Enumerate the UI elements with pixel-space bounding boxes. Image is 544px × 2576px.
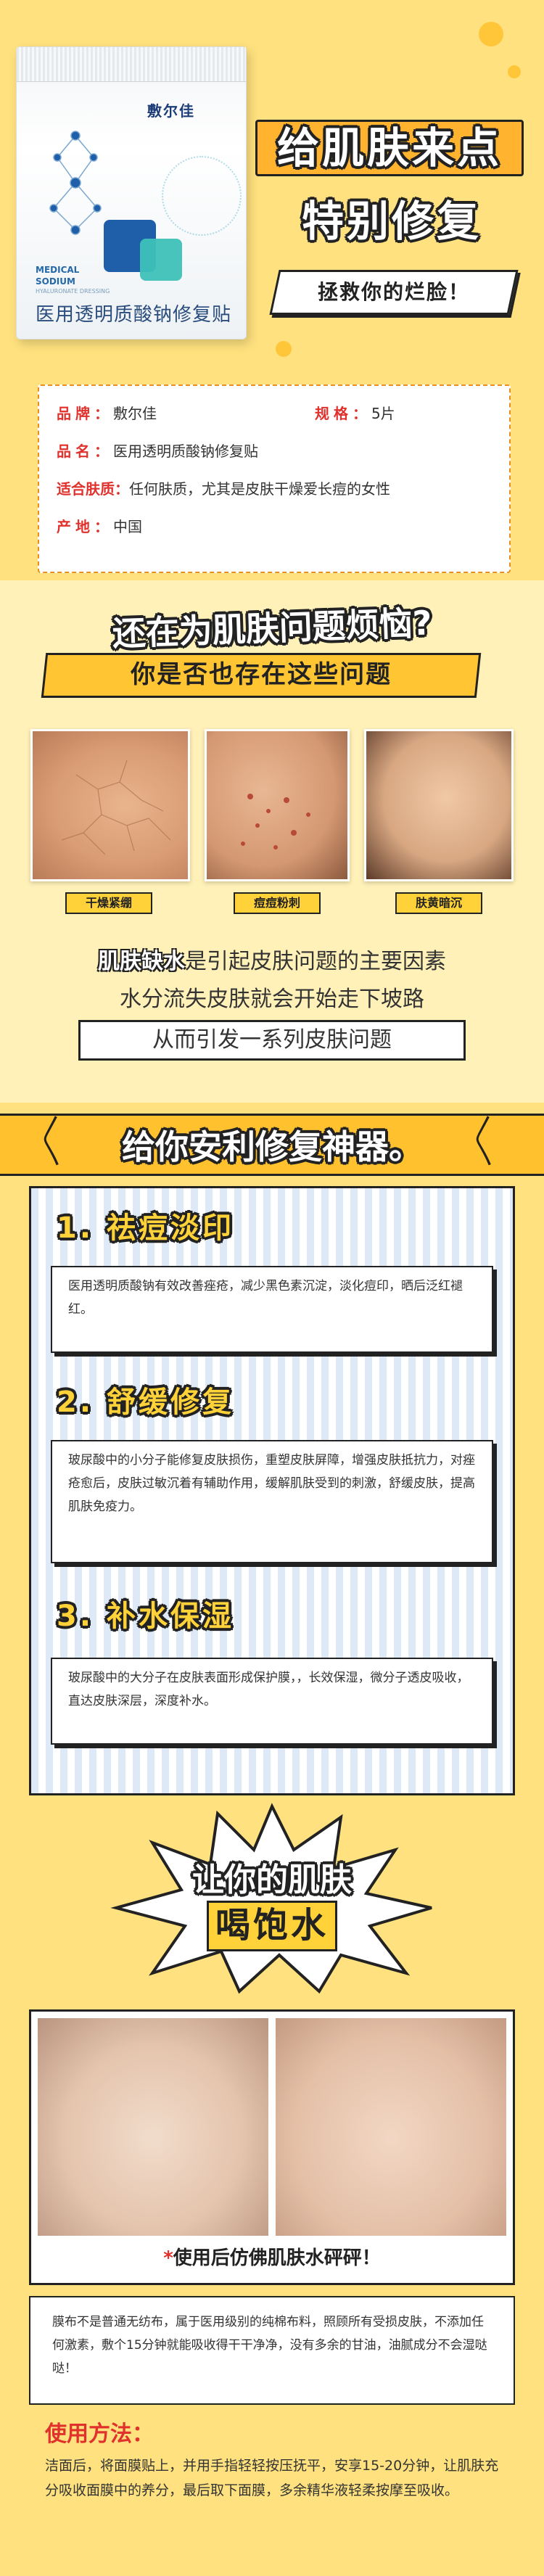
package-brand: 敷尔佳 — [147, 102, 195, 120]
skin-crack-texture — [61, 760, 171, 855]
photo-label-dry: 干燥紧绷 — [65, 892, 152, 914]
step-3-title: 3. 补水保湿 — [57, 1600, 234, 1633]
hand-after-use-photo — [276, 2018, 506, 2236]
step-2-text: 玻尿酸中的小分子能修复皮肤损伤，重塑皮肤屏障，增强皮肤抵抗力，对痤疮愈后，皮肤过… — [51, 1440, 493, 1563]
info-value: 医用透明质酸钠修复贴 — [113, 443, 258, 460]
info-row-brand: 品牌：敷尔佳 — [57, 402, 157, 423]
hand-with-mask-photo — [38, 2018, 268, 2236]
package-product-name: 医用透明质酸钠修复贴 — [36, 304, 232, 326]
hero-title-box: 给肌肤来点 — [255, 120, 524, 176]
bird-doodle-icon: 〳〵 — [39, 1127, 66, 1157]
cause-line-1: 肌肤缺水是引起皮肤问题的主要因素 — [0, 943, 544, 975]
usage-title: 使用方法： — [45, 2421, 154, 2447]
photo-label-acne: 痘痘粉刺 — [234, 892, 321, 914]
step-2-title: 2. 舒缓修复 — [57, 1386, 234, 1419]
bird-doodle-icon: 〳〵 — [471, 1127, 498, 1157]
info-row-spec: 规格：5片 — [315, 402, 395, 423]
hydrate-title-highlight: 喝饱水 — [207, 1901, 337, 1951]
caption-star: * — [163, 2247, 173, 2269]
info-key: 产地： — [57, 518, 113, 535]
problem-subtitle-box: 你是否也存在这些问题 — [41, 653, 482, 698]
info-value: 任何肤质，尤其是皮肤干燥爱长痘的女性 — [129, 480, 390, 498]
info-row-origin: 产地：中国 — [57, 515, 142, 536]
acne-skin-photo — [205, 729, 350, 881]
caption-text: 使用后仿佛肌肤水砰砰！ — [173, 2247, 381, 2269]
package-subtitle: HYALURONATE DRESSING — [36, 288, 110, 295]
hero-title-line2: 特别修复 — [301, 197, 482, 246]
usage-text: 洁面后，将面膜贴上，并用手指轻轻按压抚平，安享15-20分钟，让肌肤充分吸收面膜… — [45, 2458, 499, 2498]
hero-ribbon: 拯救你的烂脸！ — [269, 270, 519, 315]
info-value: 5片 — [371, 405, 395, 422]
cause-highlight: 肌肤缺水 — [98, 949, 185, 974]
dry-skin-photo — [30, 729, 190, 881]
problem-subtitle: 你是否也存在这些问题 — [131, 660, 392, 689]
step-1-text: 医用透明质酸钠有效改善痤疮，减少黑色素沉淀，淡化痘印，晒后泛红褪红。 — [51, 1266, 493, 1353]
info-key: 品名： — [57, 443, 113, 460]
info-value: 敷尔佳 — [113, 405, 157, 422]
product-package-image: 敷尔佳 MEDICAL SODIUM HYALURONATE DRESSING … — [16, 46, 247, 340]
decor-dot — [479, 22, 503, 46]
package-decor-ring — [162, 156, 242, 236]
package-seal — [17, 47, 246, 82]
package-teal-square — [140, 239, 182, 281]
repair-title: 给你安利修复神器。 — [122, 1127, 422, 1166]
dull-skin-photo — [364, 729, 514, 881]
cause-line-2: 水分流失皮肤就会开始走下坡路 — [120, 987, 424, 1012]
cause-line-3: 从而引发一系列皮肤问题 — [78, 1020, 466, 1061]
hero-title-line1: 给肌肤来点 — [276, 123, 502, 173]
step-1-title: 1. 祛痘淡印 — [57, 1211, 234, 1245]
info-key: 品牌： — [57, 405, 113, 422]
info-row-skin-type: 适合肤质：任何肤质，尤其是皮肤干燥爱长痘的女性 — [57, 477, 390, 498]
cause-rest: 是引起皮肤问题的主要因素 — [185, 949, 446, 974]
hand-caption: *使用后仿佛肌肤水砰砰！ — [29, 2243, 515, 2270]
decor-dot — [276, 341, 292, 357]
package-medical-text: MEDICAL — [36, 265, 80, 275]
decor-dot — [508, 65, 521, 78]
info-key: 规格： — [315, 405, 371, 422]
info-value: 中国 — [113, 518, 142, 535]
package-sodium-text: SODIUM — [36, 276, 75, 287]
info-key: 适合肤质： — [57, 480, 129, 498]
acne-texture — [241, 794, 310, 849]
hydrate-title: 让你的肌肤 — [192, 1861, 352, 1898]
molecule-icon — [49, 131, 102, 235]
step-3-text: 玻尿酸中的大分子在皮肤表面形成保护膜，，长效保湿，微分子透皮吸收，直达皮肤深层，… — [51, 1658, 493, 1745]
hero-ribbon-text: 拯救你的烂脸！ — [317, 280, 470, 304]
fabric-note-box: 膜布不是普通无纺布，属于医用级别的纯棉布料，照顾所有受损皮肤，不添加任何激素，敷… — [29, 2296, 515, 2405]
info-row-product-name: 品名：医用透明质酸钠修复贴 — [57, 440, 258, 461]
photo-label-dull: 肤黄暗沉 — [395, 892, 482, 914]
product-info-box: 品牌：敷尔佳 规格：5片 品名：医用透明质酸钠修复贴 适合肤质：任何肤质，尤其是… — [38, 384, 511, 573]
